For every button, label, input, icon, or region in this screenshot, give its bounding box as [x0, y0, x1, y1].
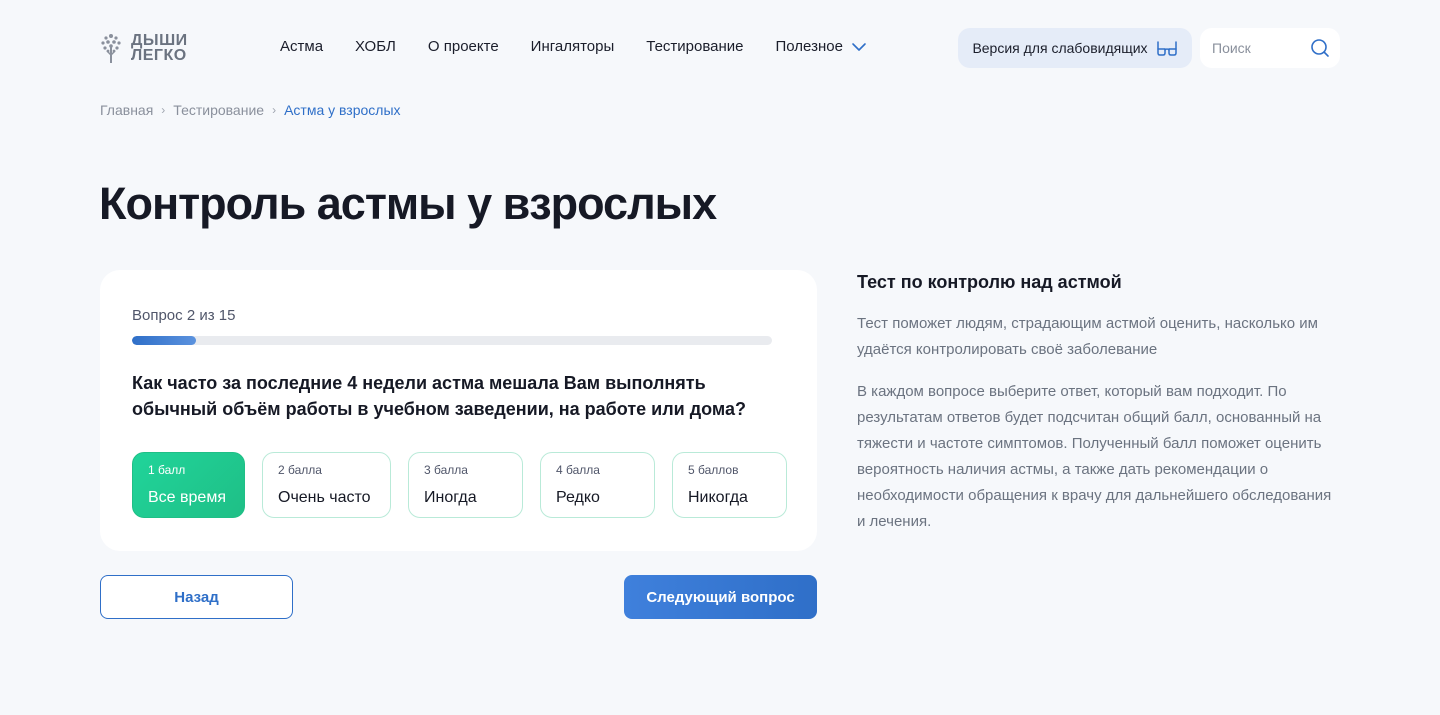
- nav-item-copd[interactable]: ХОБЛ: [355, 38, 396, 55]
- logo-line-2: ЛЕГКО: [131, 47, 187, 64]
- nav-item-asthma[interactable]: Астма: [280, 38, 323, 55]
- breadcrumb-current: Астма у взрослых: [284, 102, 401, 118]
- chevron-down-icon: [852, 42, 866, 51]
- nav-item-useful[interactable]: Полезное: [776, 38, 867, 55]
- answer-option-5[interactable]: 5 баллов Никогда: [672, 452, 787, 518]
- nav-item-testing[interactable]: Тестирование: [646, 38, 743, 55]
- option-score: 2 балла: [278, 463, 322, 477]
- question-text: Как часто за последние 4 недели астма ме…: [132, 373, 747, 419]
- quiz-card: Вопрос 2 из 15 Как часто за последние 4 …: [100, 270, 817, 551]
- glasses-icon: [1156, 41, 1177, 56]
- back-button[interactable]: Назад: [100, 575, 293, 619]
- answer-option-1[interactable]: 1 балл Все время: [132, 452, 245, 518]
- answer-option-3[interactable]: 3 балла Иногда: [408, 452, 523, 518]
- breadcrumb: Главная › Тестирование › Астма у взрослы…: [100, 102, 401, 118]
- option-score: 4 балла: [556, 463, 600, 477]
- logo-line-1: ДЫШИ: [131, 32, 188, 49]
- option-score: 5 баллов: [688, 463, 739, 477]
- breadcrumb-testing[interactable]: Тестирование: [173, 102, 264, 118]
- site-header: ДЫШИ ЛЕГКО Астма ХОБЛ О проекте Ингалято…: [0, 0, 1440, 96]
- search-box: [1200, 28, 1340, 68]
- breadcrumb-home[interactable]: Главная: [100, 102, 153, 118]
- search-input[interactable]: [1212, 40, 1302, 56]
- option-score: 1 балл: [148, 463, 186, 477]
- low-vision-label: Версия для слабовидящих: [972, 40, 1148, 56]
- option-answer: Иногда: [424, 489, 477, 506]
- search-icon[interactable]: [1310, 38, 1330, 58]
- info-paragraph-1: Тест поможет людям, страдающим астмой оц…: [857, 315, 1318, 358]
- chevron-right-icon: ›: [161, 103, 166, 117]
- answer-option-4[interactable]: 4 балла Редко: [540, 452, 655, 518]
- option-score: 3 балла: [424, 463, 468, 477]
- page-title: Контроль астмы у взрослых: [99, 178, 717, 229]
- answer-option-2[interactable]: 2 балла Очень часто: [262, 452, 391, 518]
- next-question-button[interactable]: Следующий вопрос: [624, 575, 817, 619]
- low-vision-version-button[interactable]: Версия для слабовидящих: [958, 28, 1192, 68]
- chevron-right-icon: ›: [272, 103, 277, 117]
- tree-lungs-icon: [101, 34, 121, 63]
- info-paragraph-2: В каждом вопросе выберите ответ, который…: [857, 383, 1332, 530]
- main-nav: Астма ХОБЛ О проекте Ингаляторы Тестиров…: [280, 38, 867, 55]
- info-title: Тест по контролю над астмой: [857, 272, 1122, 292]
- nav-item-about[interactable]: О проекте: [428, 38, 499, 55]
- option-answer: Редко: [556, 489, 600, 506]
- site-logo[interactable]: ДЫШИ ЛЕГКО: [99, 31, 188, 65]
- progress-bar: [132, 336, 772, 345]
- option-answer: Никогда: [688, 489, 748, 506]
- nav-item-useful-label: Полезное: [775, 38, 843, 55]
- logo-text: ДЫШИ ЛЕГКО: [131, 32, 188, 64]
- progress-fill: [132, 336, 196, 345]
- question-counter: Вопрос 2 из 15: [132, 307, 236, 324]
- option-answer: Все время: [148, 489, 226, 506]
- answer-options: 1 балл Все время 2 балла Очень часто 3 б…: [132, 452, 787, 518]
- test-info-panel: Тест по контролю над астмой Тест поможет…: [857, 272, 1337, 551]
- option-answer: Очень часто: [278, 489, 371, 506]
- nav-item-inhalers[interactable]: Ингаляторы: [531, 38, 615, 55]
